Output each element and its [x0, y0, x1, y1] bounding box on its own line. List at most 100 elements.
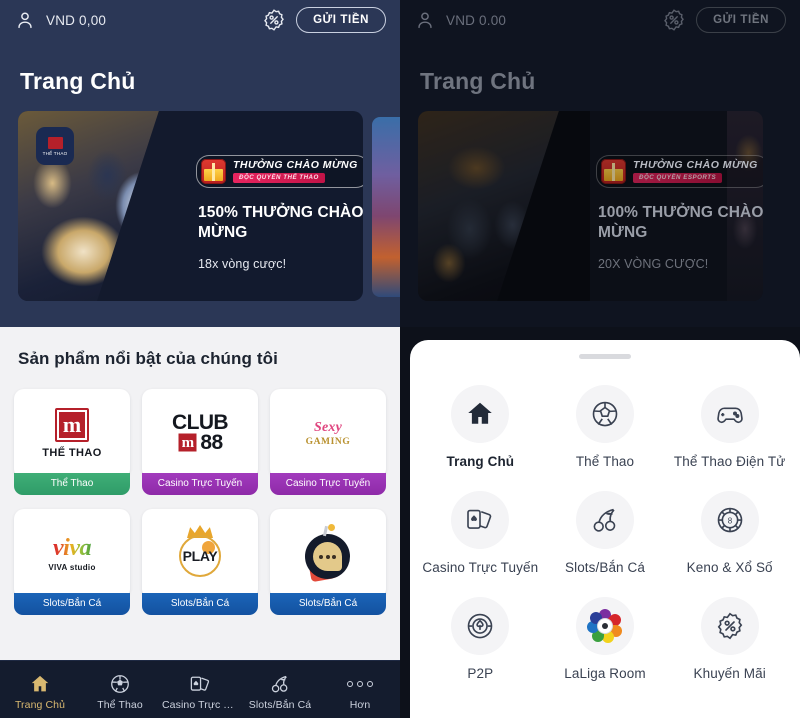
product-card-m88-sports[interactable]: m THỂ THAO Thể Thao	[14, 389, 130, 495]
menu-bottom-sheet: Trang Chủ Thể Thao Thể Thao Điện Tử Casi…	[410, 340, 800, 718]
nav-item-the-thao[interactable]: Thể Thao	[80, 669, 160, 711]
m88-the-thao-logo: m THỂ THAO	[42, 407, 102, 459]
welcome-bonus-subtitle: ĐỘC QUYỀN ESPORTS	[633, 173, 723, 183]
menu-icon-circle	[700, 597, 759, 655]
nav-label: Thể Thao	[97, 698, 143, 711]
banner-copy-esports: THƯỞNG CHÀO MỪNG ĐỘC QUYỀN ESPORTS 100% …	[596, 111, 763, 301]
product-logo-tile: Sexy GAMING	[270, 389, 386, 477]
banner-slide-sports[interactable]: THỂ THAO THƯỞNG CHÀO MỪNG ĐỘC QUYỀN THỂ …	[18, 111, 363, 301]
nav-item-slots-ban-ca[interactable]: Slots/Bắn Cá	[240, 669, 320, 711]
menu-icon-circle	[451, 597, 510, 655]
percent-badge-icon[interactable]	[262, 8, 286, 32]
menu-item-p2p[interactable]: P2P	[418, 597, 543, 681]
balance-amount: VND 0,00	[46, 12, 107, 28]
bottom-navigation-bar: Trang Chủ Thể Thao Casino Trực T… Slots/…	[0, 660, 400, 718]
banner-headline: 100% THƯỞNG CHÀO MỪNG	[598, 204, 763, 242]
m88-mark-icon	[47, 136, 63, 149]
club88-logo: CLUB m 88	[172, 410, 229, 454]
gaming-word: GAMING	[305, 436, 351, 447]
percent-badge-icon	[717, 612, 742, 640]
menu-item-the-thao[interactable]: Thể Thao	[543, 385, 668, 469]
banner-subline: 20X VÒNG CƯỢC!	[598, 257, 709, 271]
gamepad-icon	[716, 407, 743, 424]
play-logo: PLAY	[172, 525, 228, 581]
menu-label: LaLiga Room	[564, 666, 646, 681]
menu-item-trang-chu[interactable]: Trang Chủ	[418, 385, 543, 469]
cards-icon	[467, 509, 492, 529]
nav-item-casino-truc-tuyen[interactable]: Casino Trực T…	[160, 669, 240, 711]
gift-box-icon	[601, 159, 626, 184]
right-panel-menu-sheet-open: VND 0.00 GỬI TIỀN Trang Chủ THƯỞNG CHÀO …	[400, 0, 800, 718]
esports-photo-collage	[418, 111, 590, 301]
menu-label: Trang Chủ	[446, 454, 515, 469]
chat-bubble-icon	[313, 542, 342, 571]
menu-icon-circle: 8	[700, 491, 759, 549]
hero-section: Trang Chủ THƯỞNG CHÀO MỪNG ĐỘC QUYỀN ESP…	[400, 40, 800, 327]
product-category-badge: Casino Trực Tuyến	[270, 473, 386, 495]
menu-icon-circle	[575, 385, 634, 443]
banner-carousel[interactable]: THỂ THAO THƯỞNG CHÀO MỪNG ĐỘC QUYỀN THỂ …	[0, 111, 400, 307]
hero-section: Trang Chủ THỂ THAO THƯỞNG CHÀO MỪNG ĐỘC …	[0, 40, 400, 327]
nav-label: Slots/Bắn Cá	[248, 698, 312, 711]
p2p-icon	[468, 613, 493, 639]
product-category-badge: Thể Thao	[14, 473, 130, 495]
welcome-bonus-chip: THƯỞNG CHÀO MỪNG ĐỘC QUYỀN THỂ THAO	[196, 155, 363, 188]
product-card-bomb-chat[interactable]: Slots/Bắn Cá	[270, 509, 386, 615]
welcome-bonus-subtitle: ĐỘC QUYỀN THỂ THAO	[233, 173, 325, 183]
banner-artwork-esports	[418, 111, 590, 301]
more-dots-icon	[347, 673, 373, 695]
m88-mark-icon: m	[177, 432, 199, 454]
menu-icon-circle	[700, 385, 759, 443]
menu-label: Keno & Xổ Số	[686, 560, 773, 575]
account-balance-group[interactable]: VND 0,00	[14, 9, 106, 31]
nav-label: Casino Trực T…	[162, 698, 238, 711]
product-logo-tile: m THỂ THAO	[14, 389, 130, 477]
menu-item-casino-truc-tuyen[interactable]: Casino Trực Tuyến	[418, 491, 543, 575]
home-icon	[31, 675, 49, 691]
banner-slide-esports[interactable]: THƯỞNG CHÀO MỪNG ĐỘC QUYỀN ESPORTS 100% …	[418, 111, 763, 301]
menu-item-slots-ban-ca[interactable]: Slots/Bắn Cá	[543, 491, 668, 575]
nav-item-hon[interactable]: Hơn	[320, 669, 400, 711]
person-icon	[418, 12, 432, 29]
menu-item-khuyen-mai[interactable]: Khuyến Mãi	[667, 597, 792, 681]
menu-item-laliga-room[interactable]: LaLiga Room	[543, 597, 668, 681]
m88-mark-icon: m	[54, 407, 89, 442]
product-card-play[interactable]: PLAY Slots/Bắn Cá	[142, 509, 258, 615]
product-grid: m THỂ THAO Thể Thao CLUB m 88 Casino Trự…	[14, 389, 386, 615]
viva-word: viva	[53, 534, 91, 561]
product-logo-tile: CLUB m 88	[142, 389, 258, 477]
menu-label: Thể Thao Điện Tử	[673, 454, 786, 469]
deposit-button[interactable]: GỬI TIỀN	[696, 7, 786, 33]
section-title: Sản phẩm nổi bật của chúng tôi	[18, 349, 278, 368]
svg-text:8: 8	[727, 516, 732, 525]
viva-studio-logo: viva VIVA studio	[48, 535, 95, 572]
product-logo-text: THỂ THAO	[42, 446, 102, 459]
m88-sports-app-chip: THỂ THAO	[36, 127, 74, 165]
welcome-bonus-text: THƯỞNG CHÀO MỪNG ĐỘC QUYỀN ESPORTS	[633, 160, 758, 183]
product-card-club88[interactable]: CLUB m 88 Casino Trực Tuyến	[142, 389, 258, 495]
cherry-icon	[271, 675, 288, 692]
product-card-sexy-gaming[interactable]: Sexy GAMING Casino Trực Tuyến	[270, 389, 386, 495]
laliga-ball-core	[596, 618, 613, 634]
product-logo-text: PLAY	[182, 548, 218, 564]
account-balance-group[interactable]: VND 0.00	[414, 9, 506, 31]
banner-next-slide-peek[interactable]	[372, 117, 400, 297]
welcome-bonus-chip: THƯỞNG CHÀO MỪNG ĐỘC QUYỀN ESPORTS	[596, 155, 763, 188]
club88-word: CLUB	[172, 410, 229, 434]
menu-item-keno-xo-so[interactable]: 8 Keno & Xổ Số	[667, 491, 792, 575]
cherry-icon	[593, 508, 616, 532]
nav-label: Trang Chủ	[14, 698, 66, 711]
drag-handle[interactable]	[579, 354, 631, 359]
laliga-icon	[584, 609, 624, 646]
app-chip-label: THỂ THAO	[42, 150, 68, 156]
menu-item-the-thao-dien-tu[interactable]: Thể Thao Điện Tử	[667, 385, 792, 469]
product-card-viva-studio[interactable]: viva VIVA studio Slots/Bắn Cá	[14, 509, 130, 615]
banner-carousel[interactable]: THƯỞNG CHÀO MỪNG ĐỘC QUYỀN ESPORTS 100% …	[400, 111, 800, 307]
app-header: VND 0,00 GỬI TIỀN	[0, 0, 400, 40]
cards-icon	[190, 676, 210, 691]
product-category-badge: Slots/Bắn Cá	[270, 593, 386, 615]
menu-icon-circle	[575, 597, 634, 655]
percent-badge-icon[interactable]	[662, 8, 686, 32]
nav-item-trang-chu[interactable]: Trang Chủ	[0, 669, 80, 711]
deposit-button[interactable]: GỬI TIỀN	[296, 7, 386, 33]
